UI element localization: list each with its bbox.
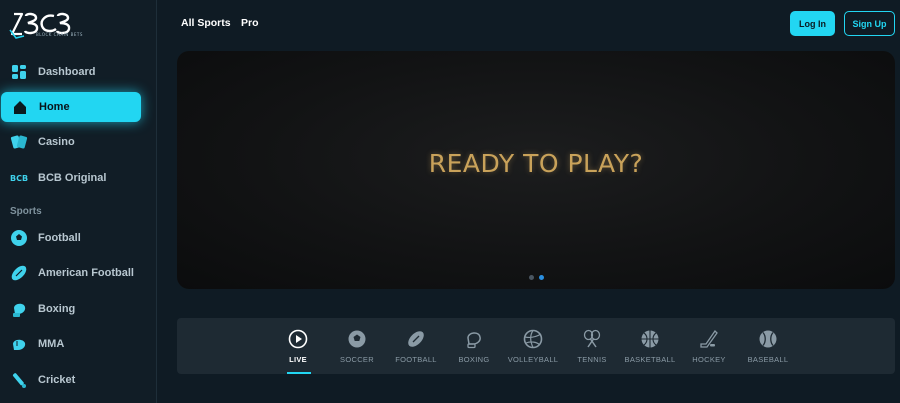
banner-headline: READY TO PLAY? <box>428 149 644 178</box>
tab-boxing[interactable]: BOXING <box>444 318 504 374</box>
sidebar-item-cricket[interactable]: Cricket <box>0 365 140 395</box>
sidebar-item-boxing[interactable]: Boxing <box>0 294 140 324</box>
sidebar-item-label: Boxing <box>38 303 76 315</box>
sidebar-item-label: Dashboard <box>38 66 96 78</box>
sports-section-label: Sports <box>10 206 42 217</box>
sidebar-item-football[interactable]: Football <box>0 223 140 253</box>
hero-banner[interactable]: READY TO PLAY? <box>177 51 895 289</box>
carousel-dot[interactable] <box>529 275 534 280</box>
tab-live[interactable]: LIVE <box>268 318 328 374</box>
american-football-icon <box>10 264 28 282</box>
home-icon <box>11 98 29 116</box>
sidebar-item-bcb-original[interactable]: BCB BCB Original <box>0 163 140 193</box>
cards-icon <box>10 133 28 151</box>
bcb-logo-icon: BCB <box>10 169 28 187</box>
sidebar: BLOCK CHAIN BETS Dashboard Home Casino B… <box>0 0 157 403</box>
basketball-icon <box>640 329 660 349</box>
tab-label: BASEBALL <box>747 355 789 364</box>
nav-link-all-sports[interactable]: All Sports <box>181 17 231 29</box>
sports-tab-bar: LIVE SOCCER FOOTBALL BOXING VOLLEYBALL T… <box>177 318 895 374</box>
sidebar-item-label: BCB Original <box>38 172 107 184</box>
sidebar-item-home[interactable]: Home <box>1 92 141 122</box>
soccer-ball-icon <box>347 329 367 349</box>
volleyball-icon <box>523 329 543 349</box>
sidebar-item-label: Cricket <box>38 374 76 386</box>
sidebar-item-label: MMA <box>38 338 65 350</box>
sidebar-item-mma[interactable]: MMA <box>0 329 140 359</box>
sidebar-item-label: Home <box>39 101 70 113</box>
boxing-glove-icon <box>10 300 28 318</box>
tab-basketball[interactable]: BASKETBALL <box>620 318 680 374</box>
sidebar-item-label: American Football <box>38 267 134 279</box>
tab-soccer[interactable]: SOCCER <box>327 318 387 374</box>
tab-tennis[interactable]: TENNIS <box>562 318 622 374</box>
tab-label: FOOTBALL <box>395 355 437 364</box>
tab-label: TENNIS <box>577 355 607 364</box>
tab-volleyball[interactable]: VOLLEYBALL <box>503 318 563 374</box>
carousel-dot-active[interactable] <box>539 275 544 280</box>
tab-label: LIVE <box>289 355 307 364</box>
sidebar-item-american-football[interactable]: American Football <box>0 258 140 288</box>
tab-label: SOCCER <box>340 355 374 364</box>
soccer-ball-icon <box>10 229 28 247</box>
tab-football[interactable]: FOOTBALL <box>386 318 446 374</box>
nav-link-pro[interactable]: Pro <box>241 17 259 29</box>
tab-label: BASKETBALL <box>624 355 676 364</box>
tab-label: HOCKEY <box>692 355 726 364</box>
boxing-glove-icon <box>464 329 484 349</box>
svg-text:BCB: BCB <box>10 174 28 183</box>
tab-hockey[interactable]: HOCKEY <box>679 318 739 374</box>
play-icon <box>288 329 308 349</box>
american-football-icon <box>406 329 426 349</box>
tab-baseball[interactable]: BASEBALL <box>738 318 798 374</box>
brand-tagline: BLOCK CHAIN BETS <box>36 32 83 37</box>
sidebar-item-dashboard[interactable]: Dashboard <box>0 57 140 87</box>
signup-button[interactable]: Sign Up <box>844 11 895 36</box>
active-tab-indicator <box>287 372 311 374</box>
hockey-stick-icon <box>699 329 719 349</box>
tab-label: VOLLEYBALL <box>507 355 559 364</box>
mma-glove-icon <box>10 335 28 353</box>
baseball-icon <box>758 329 778 349</box>
sidebar-item-casino[interactable]: Casino <box>0 127 140 157</box>
tennis-rackets-icon <box>582 329 602 349</box>
sidebar-item-label: Football <box>38 232 81 244</box>
tab-label: BOXING <box>458 355 490 364</box>
sidebar-item-label: Casino <box>38 136 75 148</box>
login-button[interactable]: Log In <box>790 11 835 36</box>
cricket-bat-icon <box>10 371 28 389</box>
grid-icon <box>10 63 28 81</box>
